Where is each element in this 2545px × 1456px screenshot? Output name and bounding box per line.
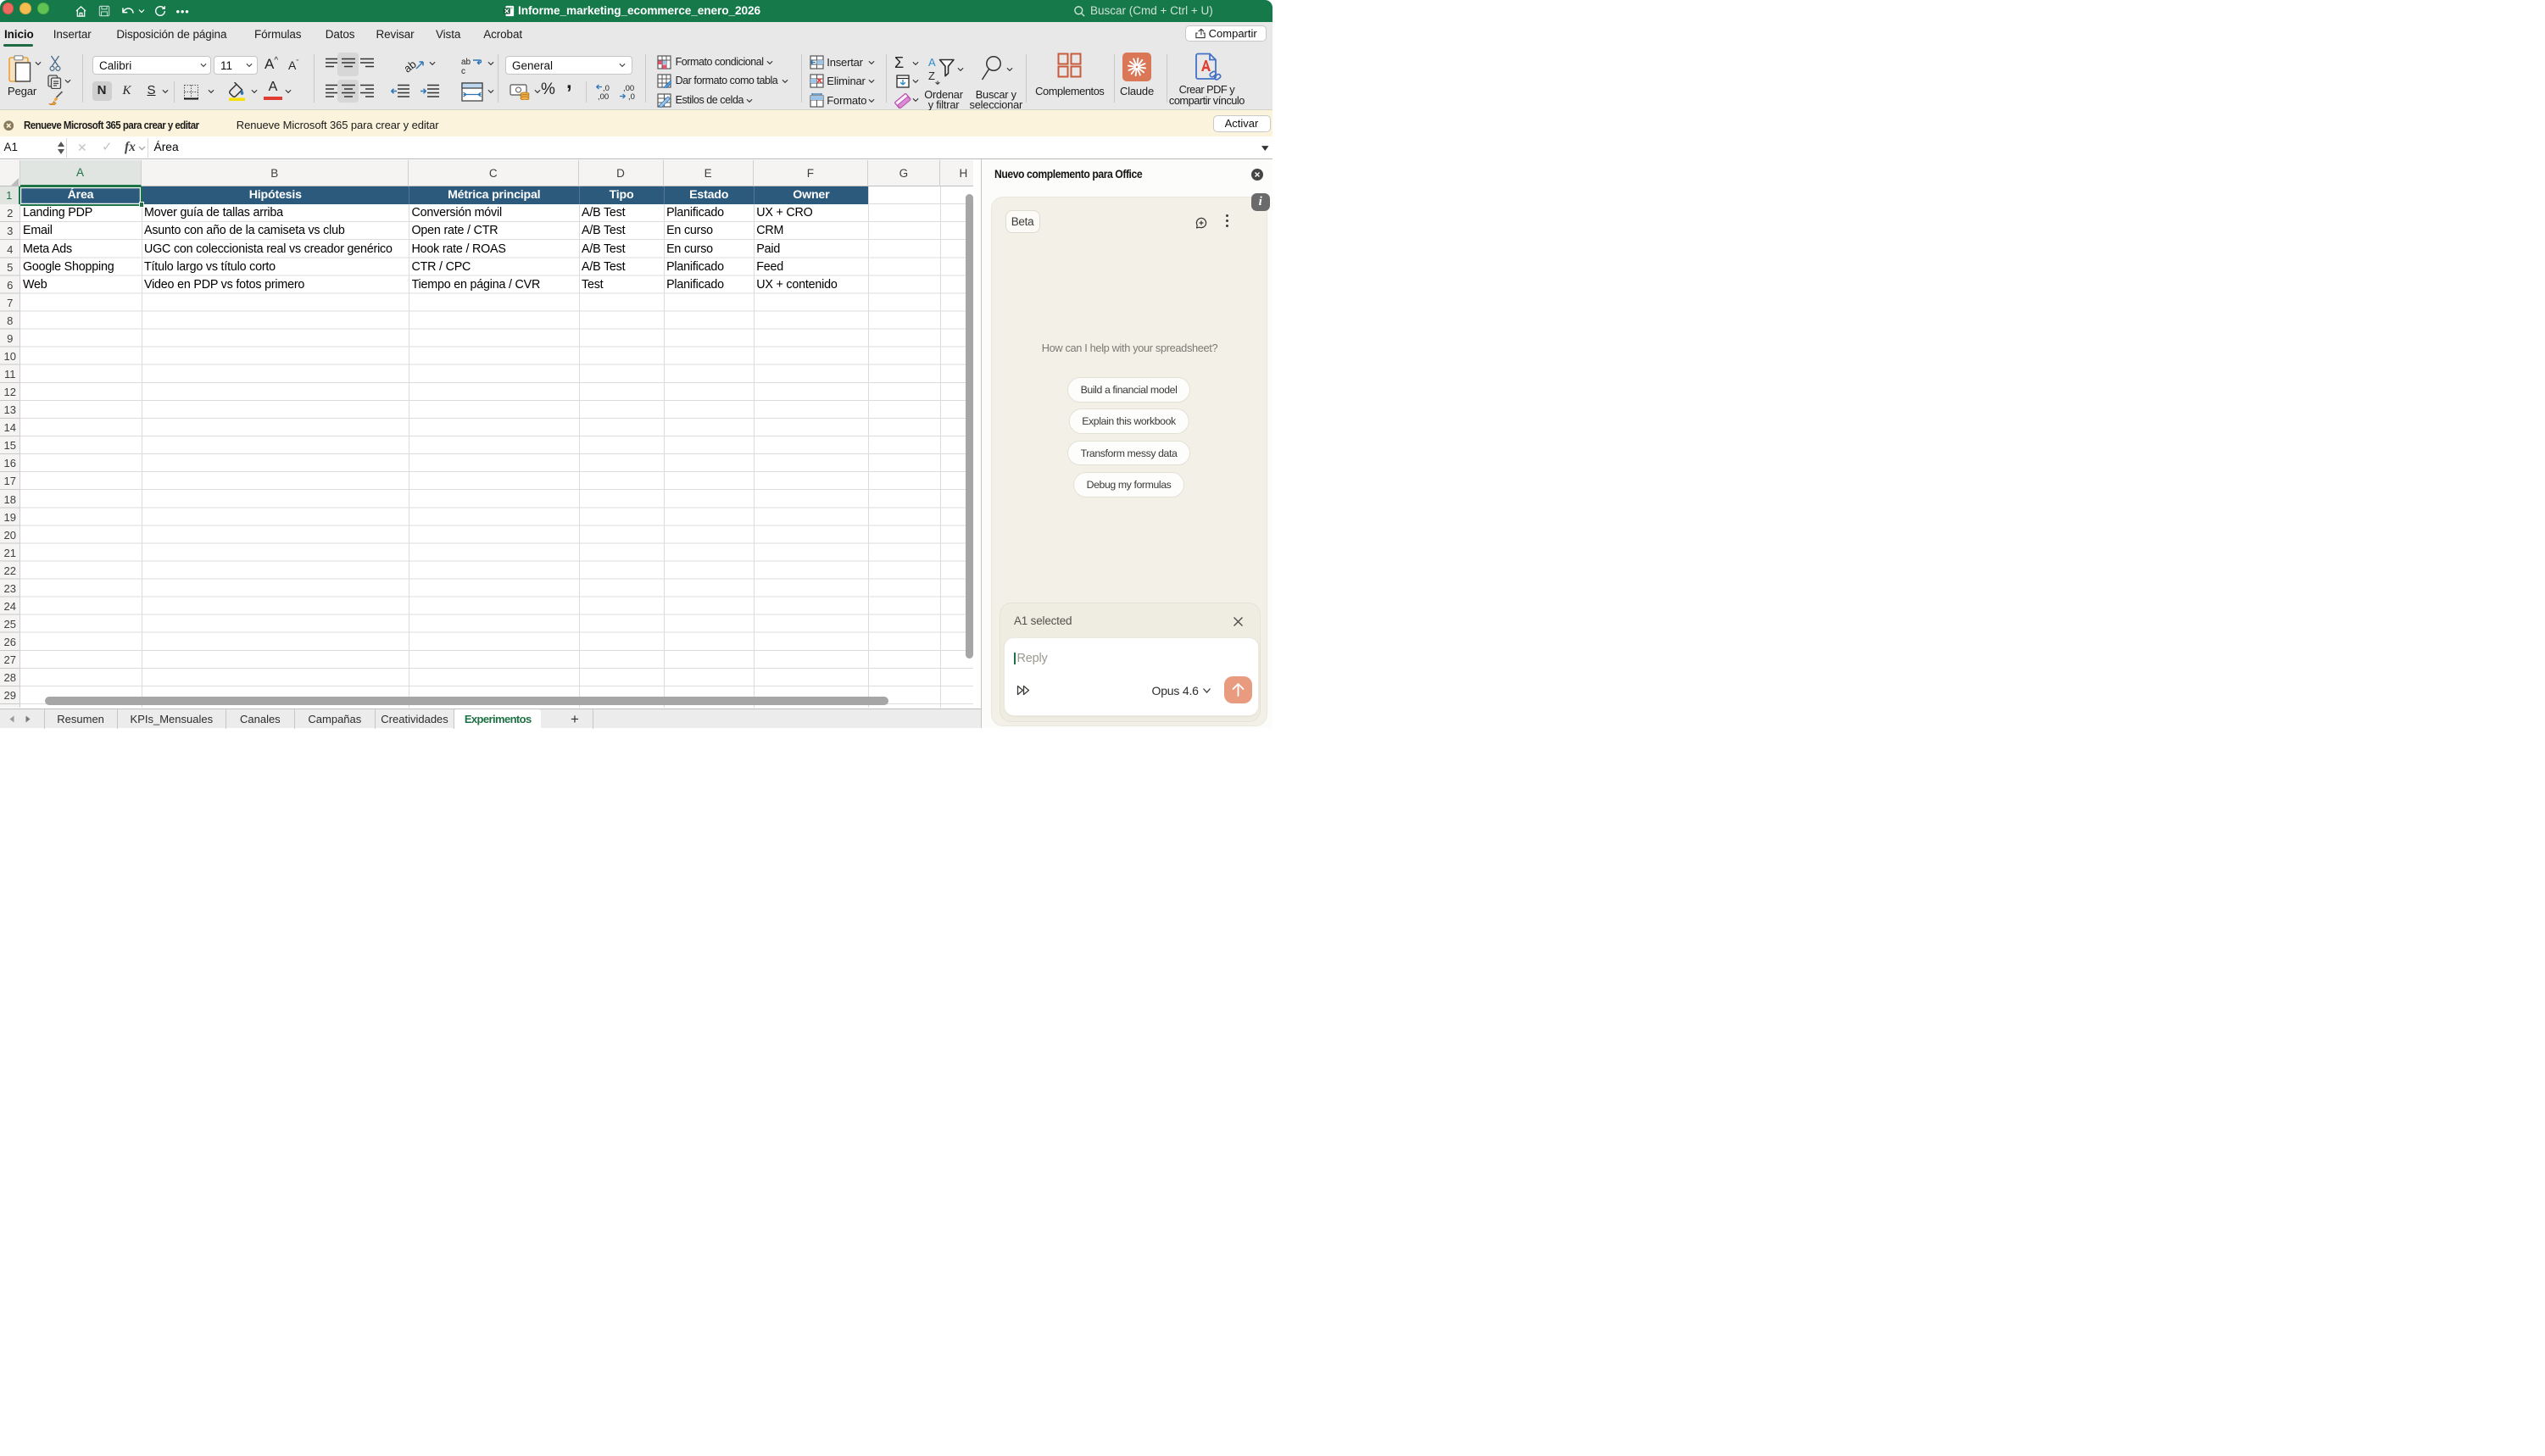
svg-text:,0: ,0 (628, 92, 635, 101)
svg-text:,00: ,00 (598, 92, 609, 101)
svg-text:ab: ab (405, 57, 419, 74)
svg-text:A: A (928, 56, 936, 69)
svg-text:c: c (461, 67, 465, 75)
svg-text:Z: Z (928, 69, 935, 82)
svg-text:ab: ab (461, 58, 471, 67)
